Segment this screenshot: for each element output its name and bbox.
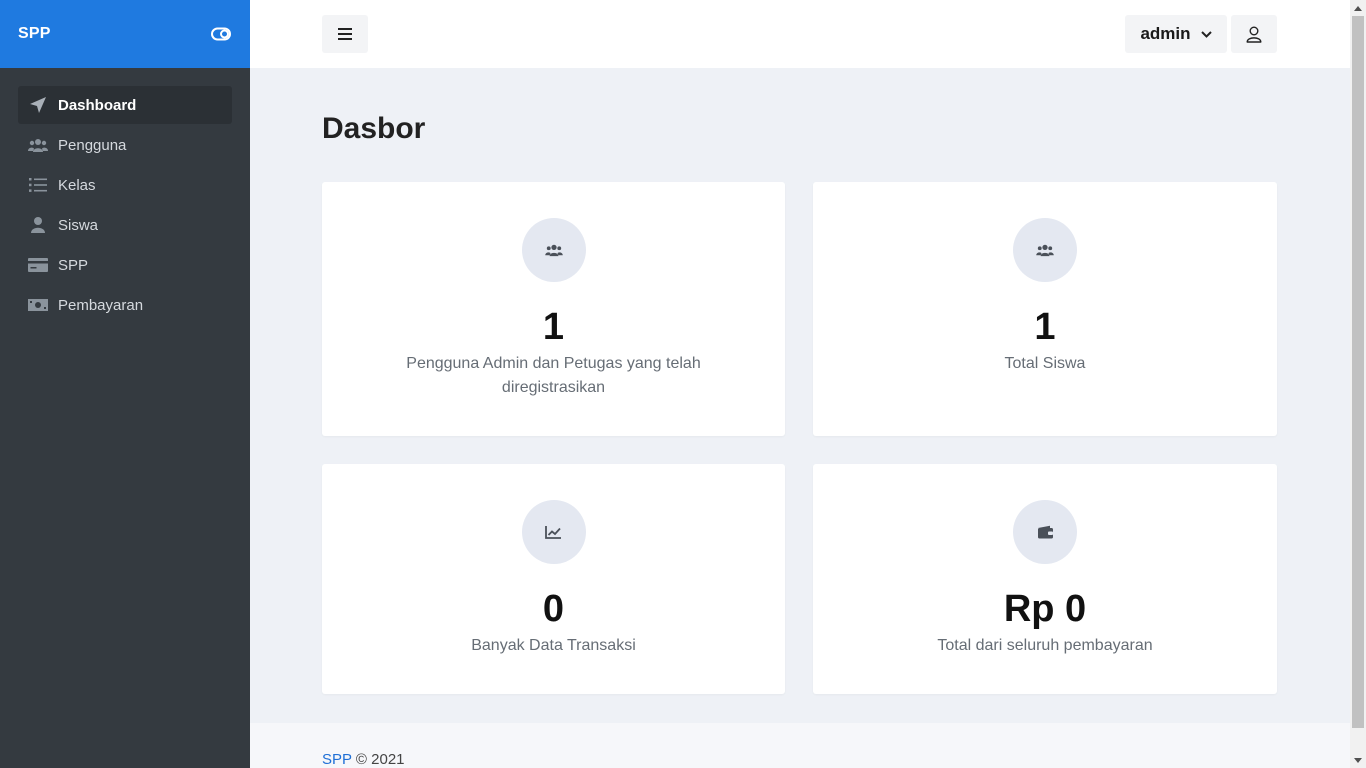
- money-icon: [28, 295, 48, 315]
- sidebar-item-pembayaran[interactable]: Pembayaran: [18, 286, 232, 324]
- hamburger-menu-button[interactable]: [322, 15, 368, 53]
- sidebar-item-label: Kelas: [58, 176, 96, 194]
- stat-label: Banyak Data Transaksi: [471, 637, 636, 654]
- sidebar-toggle-icon[interactable]: [210, 23, 232, 45]
- brand-title[interactable]: SPP: [18, 25, 51, 43]
- user-dropdown-label: admin: [1140, 24, 1191, 43]
- user-dropdown[interactable]: admin: [1125, 15, 1227, 53]
- hamburger-icon: [338, 28, 352, 40]
- stat-card-users: 1 Pengguna Admin dan Petugas yang telah …: [322, 182, 785, 436]
- sidebar-item-label: SPP: [58, 256, 89, 274]
- stat-label: Total Siswa: [1004, 355, 1086, 372]
- sidebar-item-label: Dashboard: [58, 96, 137, 114]
- stat-label: Total dari seluruh pembayaran: [937, 637, 1153, 654]
- sidebar-nav: Dashboard Pengguna Kelas Siswa SPP Pemba…: [0, 68, 250, 324]
- sidebar-item-label: Pembayaran: [58, 296, 144, 314]
- topbar: admin: [250, 0, 1350, 68]
- card-icon: [28, 255, 48, 275]
- sidebar-item-siswa[interactable]: Siswa: [18, 206, 232, 244]
- user-profile-button[interactable]: [1231, 15, 1277, 53]
- scroll-up-arrow-icon[interactable]: [1350, 0, 1366, 16]
- footer-text: SPP © 2021: [322, 751, 405, 768]
- sidebar-item-label: Pengguna: [58, 136, 127, 154]
- footer-copyright: © 2021: [355, 751, 405, 768]
- stat-card-payments: Rp 0 Total dari seluruh pembayaran: [813, 464, 1277, 694]
- sidebar-item-pengguna[interactable]: Pengguna: [18, 126, 232, 164]
- chevron-down-icon: [1200, 30, 1212, 38]
- sidebar-item-label: Siswa: [58, 216, 99, 234]
- footer-brand-link[interactable]: SPP: [322, 751, 352, 768]
- sidebar-item-kelas[interactable]: Kelas: [18, 166, 232, 204]
- stat-value: 0: [542, 588, 565, 630]
- chart-line-icon: [521, 500, 586, 564]
- users-icon: [1013, 218, 1077, 282]
- sidebar-item-spp[interactable]: SPP: [18, 246, 232, 284]
- page-scrollbar[interactable]: [1350, 0, 1366, 768]
- footer: SPP © 2021: [250, 723, 1350, 768]
- user-outline-icon: [1246, 26, 1262, 43]
- stat-label: Pengguna Admin dan Petugas yang telah di…: [406, 355, 701, 396]
- stat-card-transactions: 0 Banyak Data Transaksi: [322, 464, 785, 694]
- sidebar-brand: SPP: [0, 0, 250, 68]
- user-icon: [28, 215, 48, 235]
- page-title: Dasbor: [322, 112, 426, 145]
- paper-plane-icon: [28, 95, 48, 115]
- stat-value: 1: [1034, 306, 1056, 348]
- wallet-icon: [1013, 500, 1077, 564]
- users-icon: [521, 218, 586, 282]
- scrollbar-thumb[interactable]: [1352, 16, 1364, 728]
- scroll-down-arrow-icon[interactable]: [1350, 752, 1366, 768]
- stat-value: 1: [542, 306, 565, 348]
- stat-value: Rp 0: [1003, 588, 1087, 630]
- users-icon: [28, 135, 48, 155]
- list-icon: [28, 175, 48, 195]
- stat-card-students: 1 Total Siswa: [813, 182, 1277, 436]
- sidebar: SPP Dashboard Pengguna Kelas Siswa SPP P…: [0, 0, 250, 768]
- sidebar-item-dashboard[interactable]: Dashboard: [18, 86, 232, 124]
